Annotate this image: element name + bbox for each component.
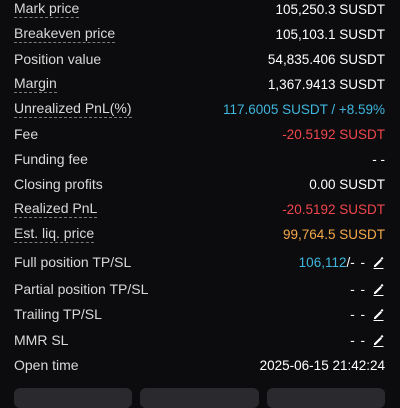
action-button-2[interactable] <box>140 388 259 408</box>
trailing-tpsl-label: Trailing TP/SL <box>14 306 102 322</box>
row-mark-price: Mark price 105,250.3 SUSDT <box>14 0 385 20</box>
breakeven-price-value: 105,103.1 SUSDT <box>275 26 385 42</box>
row-full-position-tpsl: Full position TP/SL 106,112/- - <box>14 251 385 273</box>
pencil-edit-icon[interactable] <box>372 334 385 347</box>
pencil-edit-icon[interactable] <box>372 308 385 321</box>
row-closing-profits: Closing profits 0.00 SUSDT <box>14 173 385 195</box>
row-mmr-sl: MMR SL - - <box>14 329 385 351</box>
closing-profits-value: 0.00 SUSDT <box>309 176 385 192</box>
row-open-time: Open time 2025-06-15 21:42:24 <box>14 354 385 376</box>
funding-fee-label: Funding fee <box>14 151 88 167</box>
funding-fee-value: - - <box>372 151 385 167</box>
unrealized-pnl-label: Unrealized PnL(%) <box>14 100 132 118</box>
mmr-sl-text: - - <box>350 332 366 348</box>
pencil-edit-icon[interactable] <box>372 283 385 296</box>
mark-price-value: 105,250.3 SUSDT <box>275 1 385 17</box>
stop-loss-value: - - <box>350 254 366 270</box>
partial-position-tpsl-label: Partial position TP/SL <box>14 281 149 297</box>
partial-position-tpsl-value: - - <box>350 282 385 297</box>
full-position-tpsl-label: Full position TP/SL <box>14 254 132 270</box>
action-button-1[interactable] <box>14 388 133 408</box>
row-funding-fee: Funding fee - - <box>14 148 385 170</box>
row-trailing-tpsl: Trailing TP/SL - - <box>14 303 385 325</box>
open-time-value: 2025-06-15 21:42:24 <box>259 357 385 373</box>
row-realized-pnl: Realized PnL -20.5192 SUSDT <box>14 198 385 220</box>
fee-value: -20.5192 SUSDT <box>282 126 385 142</box>
realized-pnl-label: Realized PnL <box>14 200 98 218</box>
margin-value: 1,367.9413 SUSDT <box>267 76 385 92</box>
row-position-value: Position value 54,835.406 SUSDT <box>14 48 385 70</box>
mmr-sl-label: MMR SL <box>14 332 69 348</box>
margin-label: Margin <box>14 75 57 93</box>
take-profit-value: 106,112 <box>298 254 347 270</box>
trailing-tpsl-value: - - <box>350 307 385 322</box>
position-value-label: Position value <box>14 51 102 67</box>
action-button-3[interactable] <box>266 388 385 408</box>
row-unrealized-pnl: Unrealized PnL(%) 117.6005 SUSDT / +8.59… <box>14 98 385 120</box>
mark-price-label: Mark price <box>14 0 80 18</box>
fee-label: Fee <box>14 126 39 142</box>
row-est-liq-price: Est. liq. price 99,764.5 SUSDT <box>14 223 385 245</box>
row-fee: Fee -20.5192 SUSDT <box>14 123 385 145</box>
row-margin: Margin 1,367.9413 SUSDT <box>14 73 385 95</box>
position-value-value: 54,835.406 SUSDT <box>267 51 385 67</box>
full-position-tpsl-value: 106,112/- - <box>299 255 385 270</box>
open-time-label: Open time <box>14 357 79 373</box>
closing-profits-label: Closing profits <box>14 176 103 192</box>
est-liq-price-label: Est. liq. price <box>14 225 95 243</box>
partial-position-tpsl-text: - - <box>350 281 366 297</box>
pencil-edit-icon[interactable] <box>372 256 385 269</box>
position-details-panel: Mark price 105,250.3 SUSDT Breakeven pri… <box>0 0 400 408</box>
trailing-tpsl-text: - - <box>350 306 366 322</box>
row-breakeven-price: Breakeven price 105,103.1 SUSDT <box>14 23 385 45</box>
breakeven-price-label: Breakeven price <box>14 25 116 43</box>
realized-pnl-value: -20.5192 SUSDT <box>282 201 385 217</box>
bottom-action-bar <box>14 388 385 408</box>
unrealized-pnl-value: 117.6005 SUSDT / +8.59% <box>223 101 385 117</box>
est-liq-price-value: 99,764.5 SUSDT <box>282 226 385 242</box>
row-partial-position-tpsl: Partial position TP/SL - - <box>14 278 385 300</box>
mmr-sl-value: - - <box>350 333 385 348</box>
